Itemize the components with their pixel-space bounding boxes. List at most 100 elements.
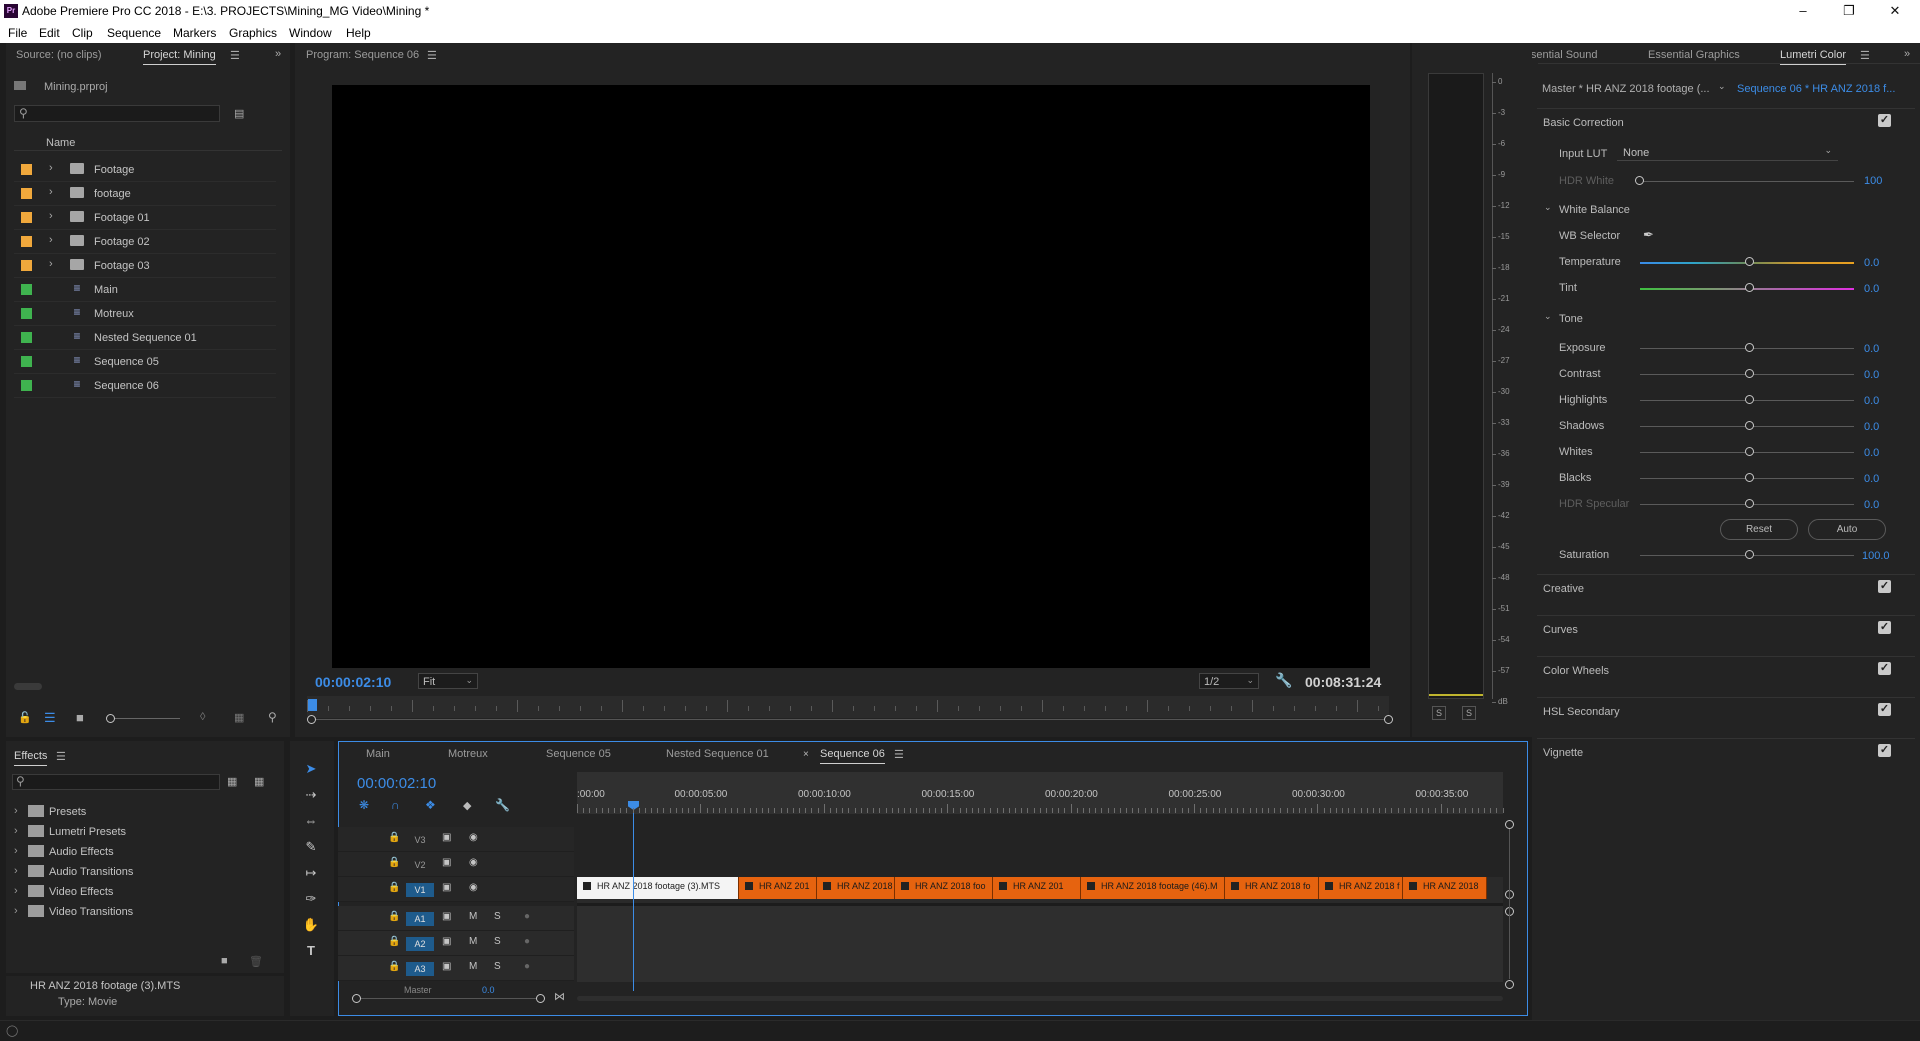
add-marker-icon[interactable]: ◆ [463,799,471,812]
panel-menu-icon[interactable]: ☰ [1860,49,1870,62]
master-clip-select[interactable]: Master * HR ANZ 2018 footage (... [1542,83,1710,95]
timeline-clip[interactable]: HR ANZ 201 [993,877,1081,899]
chevron-down-icon[interactable]: ⌄ [1718,81,1726,92]
input-lut-select[interactable]: None ⌄ [1617,144,1838,161]
playhead-marker[interactable] [308,699,317,711]
hdr-white-knob[interactable] [1635,176,1644,185]
auto-button[interactable]: Auto [1808,519,1886,540]
label-color-swatch[interactable] [21,356,32,367]
fit-timeline-icon[interactable]: ⋈ [554,990,565,1003]
header-zoom-start[interactable] [352,994,361,1003]
audio-track-area[interactable] [577,906,1503,982]
timeline-clip[interactable]: HR ANZ 2018 foo [895,877,993,899]
pen-tool-icon[interactable]: ✑ [301,891,321,907]
solo-button[interactable]: S [494,911,501,922]
chevron-right-icon[interactable]: › [49,186,53,198]
tone-slider-knob[interactable] [1745,447,1754,456]
tone-slider-value[interactable]: 0.0 [1864,421,1879,433]
project-item[interactable]: ≡ Sequence 06 [14,374,276,398]
timeline-settings-icon[interactable]: 🔧 [495,798,510,812]
track-header[interactable]: 🔒 A2 ▣ M S ● [338,931,574,956]
wrench-icon[interactable]: 🔧 [1275,672,1292,689]
panel-menu-icon[interactable]: ☰ [894,748,904,761]
horizontal-scrollbar[interactable] [14,683,42,690]
expand-panels-icon[interactable]: » [1904,48,1910,60]
timeline-tab[interactable]: Nested Sequence 01 [666,748,769,760]
project-item[interactable]: › Footage 03 [14,254,276,278]
sync-lock-icon[interactable]: ▣ [442,857,451,868]
column-name-header[interactable]: Name [46,137,75,149]
timeline-tab[interactable]: Main [366,748,390,760]
timeline-scrollbar[interactable] [577,996,1503,1001]
track-select-tool-icon[interactable]: ⇢ [301,787,321,803]
hand-tool-icon[interactable]: ✋ [301,917,321,933]
menu-edit[interactable]: Edit [39,26,60,40]
lock-icon[interactable]: 🔒 [388,961,400,972]
vertical-zoom-bar[interactable] [1509,829,1510,979]
project-item[interactable]: ≡ Sequence 05 [14,350,276,374]
lumetri-section-checkbox[interactable]: ✓ [1878,703,1891,716]
project-item[interactable]: › Footage 01 [14,206,276,230]
chevron-right-icon[interactable]: › [14,885,18,897]
timeline-clip[interactable]: HR ANZ 2018 fo [817,877,895,899]
track-header[interactable]: 🔒 V2 ▣ ◉ [338,852,574,877]
panel-menu-icon[interactable]: ☰ [230,49,240,62]
lock-icon[interactable]: 🔒 [388,832,400,843]
label-color-swatch[interactable] [21,332,32,343]
lumetri-section-checkbox[interactable]: ✓ [1878,621,1891,634]
tone-slider-value[interactable]: 0.0 [1864,499,1879,511]
delete-icon[interactable]: 🗑 [249,955,263,968]
reset-button[interactable]: Reset [1720,519,1798,540]
fit-select[interactable]: Fit ⌄ [418,673,478,689]
lock-icon[interactable]: 🔓 [18,711,32,724]
lumetri-section-checkbox[interactable]: ✓ [1878,580,1891,593]
basic-correction-header[interactable]: Basic Correction [1543,117,1624,129]
sync-lock-icon[interactable]: ▣ [442,961,451,972]
chevron-right-icon[interactable]: › [14,905,18,917]
project-item[interactable]: ≡ Main [14,278,276,302]
video-preview[interactable] [332,85,1370,668]
timeline-clip[interactable]: HR ANZ 2018 f [1319,877,1403,899]
find-icon[interactable]: ⚲ [268,710,277,724]
chevron-right-icon[interactable]: › [49,210,53,222]
timeline-clip[interactable]: HR ANZ 201 [739,877,817,899]
tint-knob[interactable] [1745,283,1754,292]
chevron-down-icon[interactable]: ⌄ [1544,202,1552,213]
menu-markers[interactable]: Markers [173,26,216,40]
microphone-icon[interactable]: ● [524,936,530,947]
project-item[interactable]: › footage [14,182,276,206]
playhead-line[interactable] [633,801,634,991]
track-target-label[interactable]: A1 [406,912,434,926]
maximize-button[interactable]: ❐ [1826,0,1872,23]
lumetri-section-header[interactable]: Color Wheels [1543,665,1609,677]
tone-slider-value[interactable]: 0.0 [1864,447,1879,459]
automate-icon[interactable]: ▦ [234,711,244,724]
sync-lock-icon[interactable]: ▣ [442,882,451,893]
chevron-down-icon[interactable]: ⌄ [1544,311,1552,322]
eye-icon[interactable]: ◉ [469,857,478,868]
saturation-knob[interactable] [1745,550,1754,559]
track-header[interactable]: 🔒 A3 ▣ M S ● [338,956,574,981]
audio-zoom-handle-bottom[interactable] [1505,980,1514,989]
mute-button[interactable]: M [469,911,477,922]
project-item[interactable]: ≡ Motreux [14,302,276,326]
tint-value[interactable]: 0.0 [1864,283,1879,295]
timeline-tab[interactable]: Sequence 05 [546,748,611,760]
solo-left-button[interactable]: S [1432,706,1446,720]
track-target-label[interactable]: A2 [406,937,434,951]
eye-icon[interactable]: ◉ [469,882,478,893]
tone-slider-value[interactable]: 0.0 [1864,343,1879,355]
lumetri-section-header[interactable]: Creative [1543,583,1584,595]
lock-icon[interactable]: 🔒 [388,882,400,893]
project-item[interactable]: › Footage 02 [14,230,276,254]
ripple-edit-tool-icon[interactable]: ⇔ [301,813,321,828]
tone-slider-value[interactable]: 0.0 [1864,395,1879,407]
timeline-clip[interactable]: HR ANZ 2018 [1403,877,1487,899]
effects-category[interactable]: › Lumetri Presets [14,823,274,843]
track-target-label[interactable]: V2 [406,858,434,872]
tone-slider-value[interactable]: 0.0 [1864,369,1879,381]
saturation-value[interactable]: 100.0 [1862,550,1890,562]
project-item[interactable]: › Footage [14,158,276,182]
lumetri-section-header[interactable]: Vignette [1543,747,1583,759]
new-bin-icon[interactable]: ■ [221,955,228,967]
